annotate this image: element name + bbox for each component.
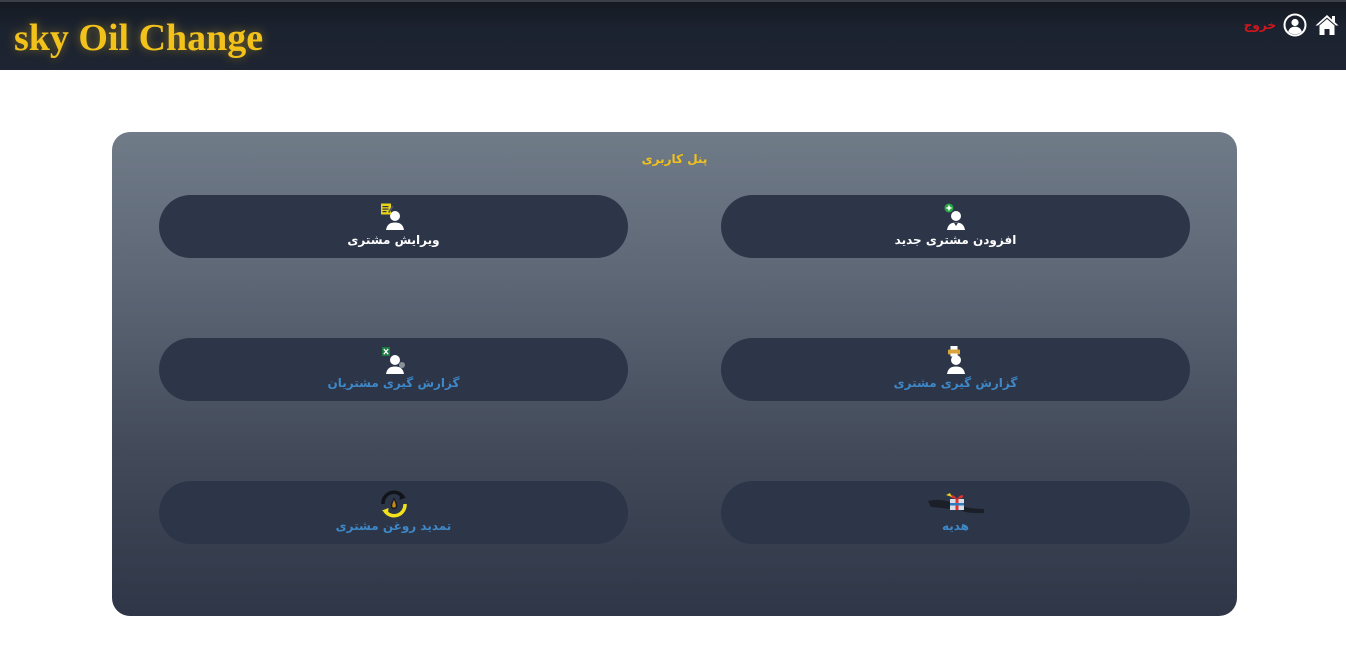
gift-button[interactable]: هدیه [721, 481, 1190, 544]
user-panel: پنل کاربری افزودن مشتری جدید ویرایش مشتر… [112, 132, 1237, 616]
logout-link[interactable]: خروج [1244, 18, 1276, 32]
home-icon[interactable] [1314, 12, 1340, 38]
brand-title: sky Oil Change [14, 17, 264, 59]
renew-oil-button[interactable]: تمدید روغن مشتری [159, 481, 628, 544]
edit-user-icon [379, 203, 409, 233]
gift-label: هدیه [941, 519, 970, 533]
customers-report-label: گزارش گیری مشتریان [327, 376, 460, 390]
customer-report-button[interactable]: گزارش گیری مشتری [721, 338, 1190, 401]
top-bar: sky Oil Change خروج [0, 0, 1346, 70]
edit-customer-button[interactable]: ویرایش مشتری [159, 195, 628, 258]
oil-renew-icon [379, 489, 409, 519]
panel-title: پنل کاربری [641, 152, 708, 166]
top-actions: خروج [1244, 12, 1340, 38]
customers-report-button[interactable]: گزارش گیری مشتریان [159, 338, 628, 401]
customer-report-label: گزارش گیری مشتری [893, 376, 1018, 390]
printer-user-icon [941, 346, 971, 376]
gift-hand-icon [927, 489, 984, 519]
excel-user-icon [379, 346, 409, 376]
renew-oil-label: تمدید روغن مشتری [335, 519, 452, 533]
add-user-icon [941, 203, 971, 233]
edit-customer-label: ویرایش مشتری [347, 233, 440, 247]
user-circle-icon[interactable] [1282, 12, 1308, 38]
add-customer-button[interactable]: افزودن مشتری جدید [721, 195, 1190, 258]
add-customer-label: افزودن مشتری جدید [894, 233, 1017, 247]
